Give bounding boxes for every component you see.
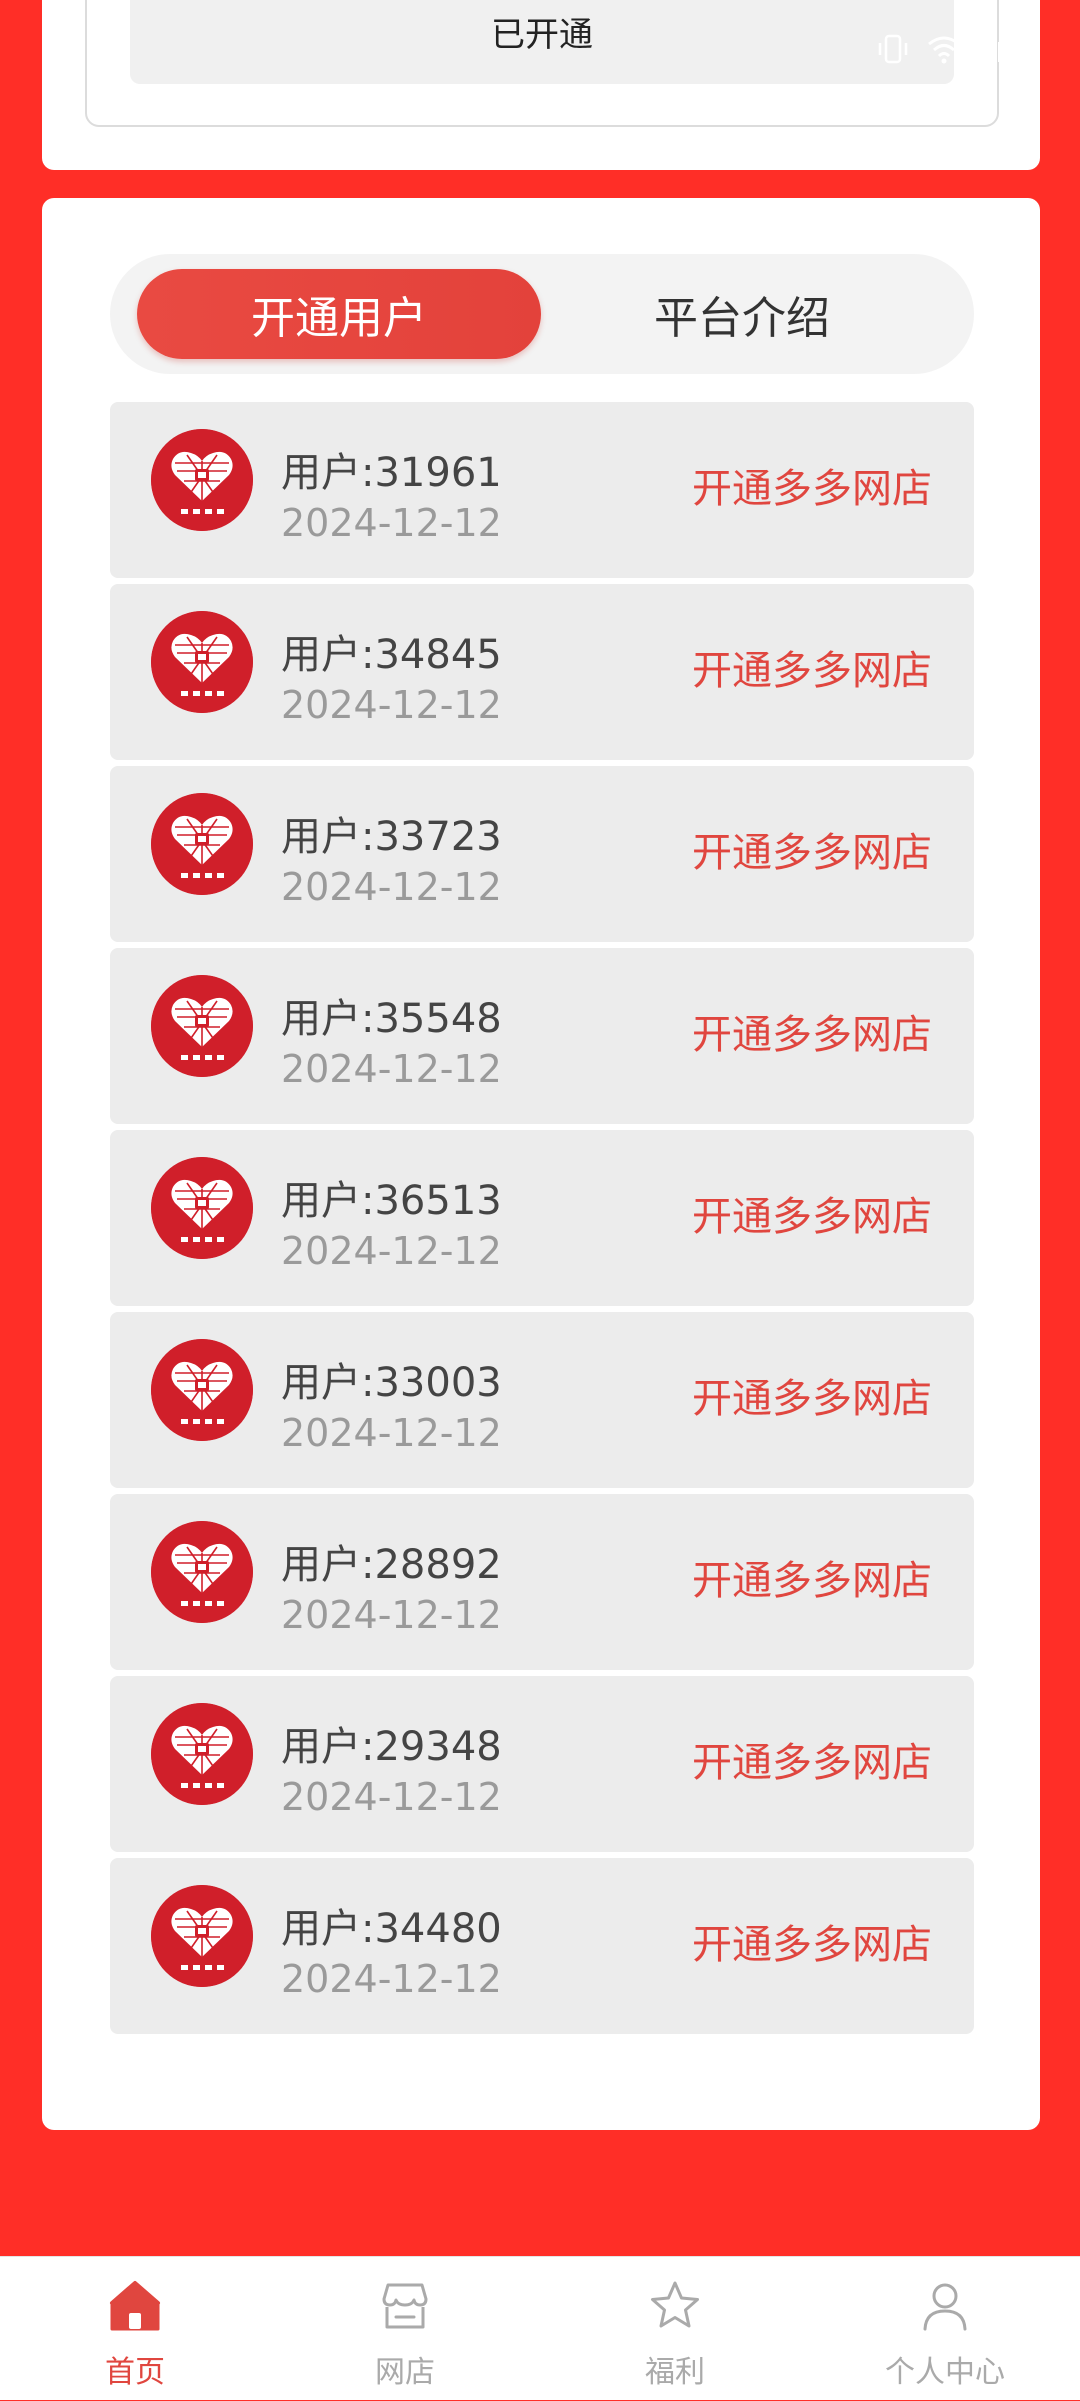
- nav-label: 首页: [105, 2355, 165, 2390]
- bottom-nav: 首页 网店 福利 个人中心: [0, 2256, 1080, 2400]
- avatar: [151, 1703, 253, 1805]
- open-shop-link[interactable]: 开通多多网店: [692, 1912, 932, 1970]
- open-date: 2024-12-12: [281, 1593, 502, 1637]
- system-status-icons: [876, 32, 1014, 66]
- nav-profile[interactable]: 个人中心: [810, 2257, 1080, 2401]
- open-shop-link[interactable]: 开通多多网店: [692, 1548, 932, 1606]
- shop-logo-icon: [151, 1885, 253, 1987]
- vibrate-icon: [878, 34, 908, 64]
- avatar: [151, 611, 253, 713]
- shop-logo-icon: [151, 1339, 253, 1441]
- list-item: 用户:35548 2024-12-12 开通多多网店: [110, 948, 974, 1124]
- tab-platform-intro[interactable]: 平台介绍: [540, 269, 944, 359]
- shop-logo-icon: [151, 975, 253, 1077]
- shop-logo-icon: [151, 429, 253, 531]
- user-name: 用户:28892: [281, 1542, 502, 1588]
- nav-label: 个人中心: [885, 2355, 1005, 2390]
- list-item: 用户:33723 2024-12-12 开通多多网店: [110, 766, 974, 942]
- nav-home[interactable]: 首页: [0, 2257, 270, 2401]
- status-label: 已开通: [491, 15, 593, 55]
- list-item: 用户:33003 2024-12-12 开通多多网店: [110, 1312, 974, 1488]
- user-list: 用户:31961 2024-12-12 开通多多网店 用户:34845 2024…: [110, 402, 974, 2040]
- open-shop-link[interactable]: 开通多多网店: [692, 1366, 932, 1424]
- star-icon: [651, 2281, 699, 2328]
- shop-logo-icon: [151, 611, 253, 713]
- open-date: 2024-12-12: [281, 683, 502, 727]
- avatar: [151, 1157, 253, 1259]
- user-name: 用户:36513: [281, 1178, 502, 1224]
- user-name: 用户:33003: [281, 1360, 502, 1406]
- avatar: [151, 1339, 253, 1441]
- tab-bar: 开通用户 平台介绍: [110, 254, 974, 374]
- nav-benefits[interactable]: 福利: [540, 2257, 810, 2401]
- avatar: [151, 1521, 253, 1623]
- shop-logo-icon: [151, 793, 253, 895]
- open-date: 2024-12-12: [281, 865, 502, 909]
- open-date: 2024-12-12: [281, 1229, 502, 1273]
- store-icon: [382, 2283, 428, 2329]
- status-badge: 已开通: [130, 0, 954, 84]
- open-date: 2024-12-12: [281, 501, 502, 545]
- home-icon: [110, 2281, 160, 2331]
- open-shop-link[interactable]: 开通多多网店: [692, 456, 932, 514]
- open-date: 2024-12-12: [281, 1411, 502, 1455]
- avatar: [151, 793, 253, 895]
- list-item: 用户:34480 2024-12-12 开通多多网店: [110, 1858, 974, 2034]
- main-card: 开通用户 平台介绍 用户:31961 2024-12-12 开通多多网店 用户:…: [42, 198, 1040, 2130]
- user-name: 用户:34480: [281, 1906, 502, 1952]
- open-shop-link[interactable]: 开通多多网店: [692, 638, 932, 696]
- user-name: 用户:35548: [281, 996, 502, 1042]
- shop-logo-icon: [151, 1521, 253, 1623]
- open-date: 2024-12-12: [281, 1775, 502, 1819]
- nav-label: 网店: [375, 2355, 435, 2390]
- avatar: [151, 429, 253, 531]
- list-item: 用户:29348 2024-12-12 开通多多网店: [110, 1676, 974, 1852]
- nav-store[interactable]: 网店: [270, 2257, 540, 2401]
- open-date: 2024-12-12: [281, 1957, 502, 2001]
- shop-logo-icon: [151, 1703, 253, 1805]
- list-item: 用户:28892 2024-12-12 开通多多网店: [110, 1494, 974, 1670]
- list-item: 用户:36513 2024-12-12 开通多多网店: [110, 1130, 974, 1306]
- user-name: 用户:33723: [281, 814, 502, 860]
- user-name: 用户:31961: [281, 450, 502, 496]
- open-shop-link[interactable]: 开通多多网店: [692, 1730, 932, 1788]
- open-shop-link[interactable]: 开通多多网店: [692, 820, 932, 878]
- list-item: 用户:34845 2024-12-12 开通多多网店: [110, 584, 974, 760]
- signal-icon: [982, 36, 1010, 62]
- user-name: 用户:29348: [281, 1724, 502, 1770]
- user-icon: [923, 2283, 967, 2331]
- open-date: 2024-12-12: [281, 1047, 502, 1091]
- avatar: [151, 1885, 253, 1987]
- tab-label: 开通用户: [251, 293, 427, 344]
- open-shop-link[interactable]: 开通多多网店: [692, 1184, 932, 1242]
- wifi-icon: [928, 36, 960, 64]
- tab-label: 平台介绍: [654, 293, 830, 344]
- avatar: [151, 975, 253, 1077]
- list-item: 用户:31961 2024-12-12 开通多多网店: [110, 402, 974, 578]
- tab-opened-users[interactable]: 开通用户: [137, 269, 541, 359]
- user-name: 用户:34845: [281, 632, 502, 678]
- nav-label: 福利: [645, 2355, 705, 2390]
- open-shop-link[interactable]: 开通多多网店: [692, 1002, 932, 1060]
- shop-logo-icon: [151, 1157, 253, 1259]
